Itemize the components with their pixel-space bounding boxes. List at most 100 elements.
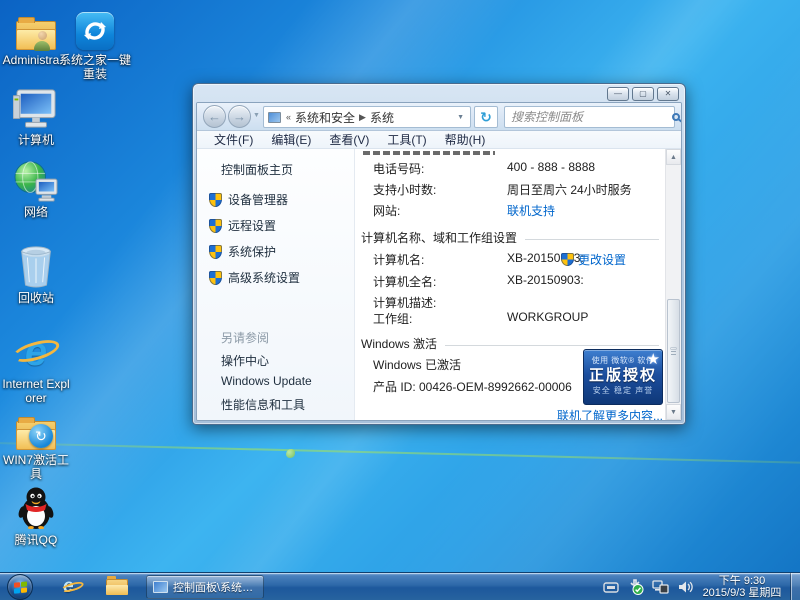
show-desktop-button[interactable] — [791, 573, 800, 600]
network-icon — [0, 158, 72, 202]
network-status-icon[interactable] — [652, 580, 669, 595]
minimize-button[interactable] — [607, 87, 629, 101]
taskbar-internet-explorer[interactable]: e — [56, 575, 90, 599]
see-also-header: 另请参阅 — [221, 329, 269, 346]
taskbar-windows-explorer[interactable] — [100, 575, 134, 599]
recycle-bin-icon — [0, 244, 72, 288]
forward-button[interactable]: → — [228, 105, 251, 128]
recent-pages-dropdown-icon[interactable]: ▼ — [253, 112, 260, 119]
change-settings-action[interactable]: 更改设置 — [561, 251, 626, 268]
computer-name-section-header: 计算机名称、域和工作组设置 — [361, 229, 659, 246]
online-support-link[interactable]: 联机支持 — [507, 202, 555, 219]
sidebar-item-advanced-system-settings[interactable]: 高级系统设置 — [209, 269, 300, 286]
desktop-icon-computer[interactable]: 计算机 — [0, 86, 72, 147]
system-tray — [602, 573, 694, 600]
menu-bar: 文件(F) 编辑(E) 查看(V) 工具(T) 帮助(H) — [197, 131, 681, 149]
internet-explorer-icon: e — [63, 577, 83, 597]
icon-label: 计算机 — [0, 133, 72, 147]
search-box — [504, 106, 675, 128]
change-settings-link[interactable]: 更改设置 — [578, 251, 626, 268]
sidebar-item-device-manager[interactable]: 设备管理器 — [209, 191, 288, 208]
breadcrumb-root-chevron[interactable]: « — [285, 112, 292, 122]
desktop-icon-syshome-reinstall[interactable]: 系统之家一键重装 — [56, 6, 134, 81]
language-bar-icon[interactable] — [602, 580, 619, 595]
learn-more-online-link[interactable]: 联机了解更多内容... — [557, 407, 663, 421]
scrollbar-thumb[interactable] — [667, 299, 680, 403]
windows-logo-icon — [14, 581, 28, 594]
address-bar[interactable]: « 系统和安全 ▶ 系统 ▼ — [263, 106, 471, 128]
maximize-button[interactable] — [632, 87, 654, 101]
taskbar-clock[interactable]: 下午 9:30 2015/9/3 星期四 — [696, 575, 788, 599]
menu-edit[interactable]: 编辑(E) — [262, 131, 320, 148]
uac-shield-icon — [209, 271, 222, 285]
win7-activator-folder-icon: ↻ — [0, 406, 72, 450]
phone-label: 电话号码: — [373, 160, 424, 177]
close-button[interactable] — [657, 87, 679, 101]
scroll-down-arrow[interactable]: ▼ — [666, 404, 681, 420]
sidebar-item-remote-settings[interactable]: 远程设置 — [209, 217, 276, 234]
desktop-icon-internet-explorer[interactable]: e Internet Explorer — [0, 330, 72, 405]
syshome-app-icon — [56, 6, 134, 50]
icon-label: 系统之家一键重装 — [56, 53, 134, 81]
full-computer-name-label: 计算机全名: — [373, 273, 436, 290]
scroll-up-arrow[interactable]: ▲ — [666, 149, 681, 165]
desktop-icon-recycle-bin[interactable]: 回收站 — [0, 244, 72, 305]
sidebar-item-performance-tools[interactable]: 性能信息和工具 — [221, 396, 305, 413]
vertical-scrollbar[interactable]: ▲ ▼ — [665, 149, 681, 420]
desktop-icon-tencent-qq[interactable]: 腾讯QQ — [0, 486, 72, 547]
sidebar-item-label: 系统保护 — [228, 243, 276, 260]
workgroup-label: 工作组: — [373, 310, 412, 327]
volume-icon[interactable] — [677, 580, 694, 595]
search-input[interactable] — [505, 108, 672, 126]
menu-view[interactable]: 查看(V) — [320, 131, 378, 148]
icon-label: 回收站 — [0, 291, 72, 305]
wallpaper-green-bud — [286, 449, 295, 458]
chevron-right-icon: ▶ — [358, 112, 367, 123]
folder-icon — [106, 579, 128, 595]
start-button[interactable] — [7, 574, 33, 600]
menu-file[interactable]: 文件(F) — [205, 131, 262, 148]
system-page-content: 电话号码: 400 - 888 - 8888 支持小时数: 周日至周六 24小时… — [355, 149, 681, 420]
uac-shield-icon — [209, 245, 222, 259]
navigation-bar: ← → ▼ « 系统和安全 ▶ 系统 ▼ — [197, 103, 681, 131]
sidebar-item-label: 远程设置 — [228, 217, 276, 234]
address-dropdown-icon[interactable]: ▼ — [457, 114, 466, 121]
icon-label: Internet Explorer — [0, 377, 72, 405]
search-icon[interactable] — [672, 113, 680, 121]
breadcrumb-system[interactable]: 系统 — [367, 109, 397, 126]
sidebar-item-label: 设备管理器 — [228, 191, 288, 208]
icon-label: 腾讯QQ — [0, 533, 72, 547]
star-icon: ★ — [647, 350, 660, 368]
icon-label: 网络 — [0, 205, 72, 219]
clock-date: 2015/9/3 星期四 — [696, 587, 788, 599]
system-icon — [268, 112, 281, 123]
sidebar: 控制面板主页 设备管理器 远程设置 系统保护 高级系统设置 另请参阅 — [197, 149, 355, 420]
computer-description-label: 计算机描述: — [373, 294, 436, 311]
sidebar-item-action-center[interactable]: 操作中心 — [221, 352, 269, 369]
sidebar-item-windows-update[interactable]: Windows Update — [221, 374, 312, 388]
workgroup-value: WORKGROUP — [507, 310, 588, 324]
wallpaper-green-streak — [0, 442, 800, 464]
uac-shield-icon — [209, 219, 222, 233]
desktop-icon-network[interactable]: 网络 — [0, 158, 72, 219]
taskbar-window-button[interactable]: 控制面板\系统和... — [146, 575, 264, 599]
breadcrumb-security[interactable]: 系统和安全 — [292, 109, 358, 126]
activation-status: Windows 已激活 — [373, 356, 461, 373]
menu-tools[interactable]: 工具(T) — [378, 131, 435, 148]
genuine-microsoft-badge[interactable]: ★ 使用 微软® 软件 正版授权 安全 稳定 声誉 — [583, 349, 663, 405]
clock-time: 下午 9:30 — [696, 575, 788, 587]
computer-name-label: 计算机名: — [373, 251, 424, 268]
desktop-icon-win7-activator[interactable]: ↻ WIN7激活工具 — [0, 406, 72, 481]
safely-remove-hardware-icon[interactable] — [627, 580, 644, 595]
sidebar-item-system-protection[interactable]: 系统保护 — [209, 243, 276, 260]
task-button-label: 控制面板\系统和... — [173, 579, 257, 595]
refresh-button[interactable] — [474, 106, 498, 128]
sidebar-item-control-panel-home[interactable]: 控制面板主页 — [221, 161, 293, 178]
full-computer-name-value: XB-20150903: — [507, 273, 584, 287]
explorer-window: ← → ▼ « 系统和安全 ▶ 系统 ▼ 文件(F) 编辑(E) 查看(V) 工… — [192, 83, 686, 425]
phone-value: 400 - 888 - 8888 — [507, 160, 595, 174]
product-id: 产品 ID: 00426-OEM-8992662-00006 — [373, 378, 572, 395]
support-hours-value: 周日至周六 24小时服务 — [507, 181, 632, 198]
back-button[interactable]: ← — [203, 105, 226, 128]
menu-help[interactable]: 帮助(H) — [436, 131, 495, 148]
